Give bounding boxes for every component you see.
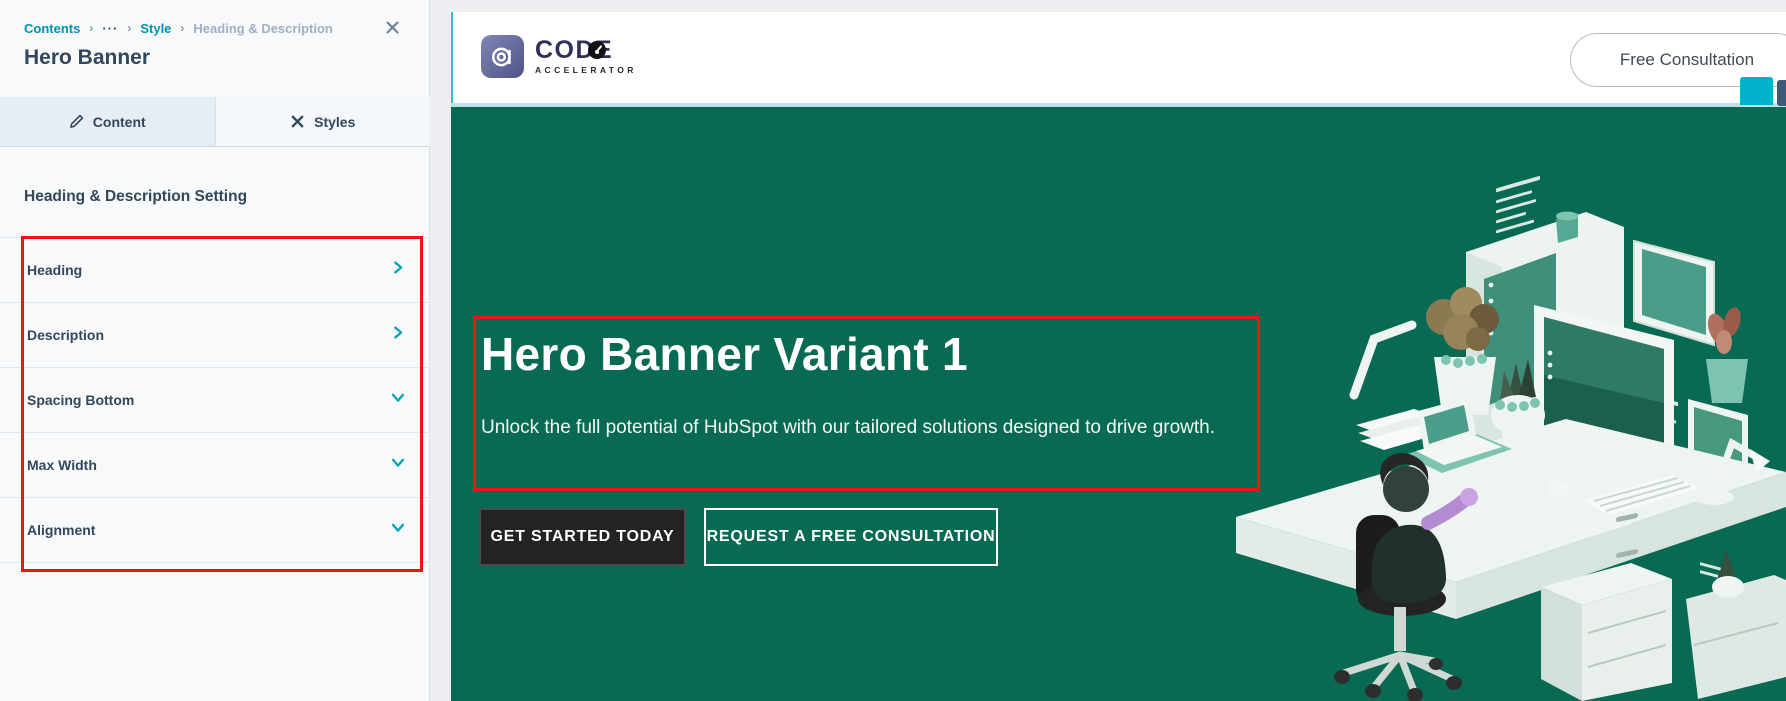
chevron-right-icon	[390, 325, 406, 346]
setting-label: Max Width	[27, 457, 97, 473]
tab-styles-label: Styles	[314, 114, 355, 130]
hero-illustration	[1166, 167, 1786, 701]
brushes-icon	[290, 114, 305, 129]
hero-description: Unlock the full potential of HubSpot wit…	[481, 414, 1226, 441]
logo-mark-icon	[481, 35, 524, 78]
page-preview: CODE ACCELERATOR Free Consultation Hero …	[451, 12, 1786, 701]
page-title: Hero Banner	[24, 46, 150, 70]
breadcrumb-style[interactable]: Style	[140, 21, 171, 36]
settings-list: Heading Description Spacing Bottom Max W…	[0, 237, 430, 563]
setting-row-heading[interactable]: Heading	[0, 238, 430, 303]
setting-label: Description	[27, 327, 104, 343]
hero-buttons: GET STARTED TODAY REQUEST A FREE CONSULT…	[479, 508, 998, 566]
chevron-down-icon	[390, 390, 406, 411]
style-settings-sidebar: Contents › ··· › Style › Heading & Descr…	[0, 0, 430, 701]
setting-label: Alignment	[27, 522, 95, 538]
module-options-button[interactable]	[1777, 80, 1786, 106]
request-consultation-button[interactable]: REQUEST A FREE CONSULTATION	[704, 508, 998, 566]
pencil-icon	[69, 114, 84, 129]
module-edit-button[interactable]	[1740, 77, 1773, 105]
breadcrumb-contents[interactable]: Contents	[24, 21, 80, 36]
breadcrumb-ellipsis[interactable]: ···	[102, 21, 118, 36]
app-root: Contents › ··· › Style › Heading & Descr…	[0, 0, 1786, 701]
tab-styles[interactable]: Styles	[216, 97, 431, 146]
logo-tagline: ACCELERATOR	[535, 65, 637, 75]
breadcrumb: Contents › ··· › Style › Heading & Descr…	[24, 17, 333, 39]
hero-banner-section: Hero Banner Variant 1 Unlock the full po…	[451, 107, 1786, 701]
site-header: CODE ACCELERATOR Free Consultation	[451, 12, 1786, 103]
breadcrumb-separator-icon: ›	[127, 21, 131, 35]
breadcrumb-separator-icon: ›	[89, 21, 93, 35]
tab-content-label: Content	[93, 114, 146, 130]
tab-content[interactable]: Content	[0, 97, 216, 146]
breadcrumb-separator-icon: ›	[180, 21, 184, 35]
setting-row-alignment[interactable]: Alignment	[0, 498, 430, 563]
setting-label: Heading	[27, 262, 82, 278]
setting-row-description[interactable]: Description	[0, 303, 430, 368]
sidebar-tabs: Content Styles	[0, 97, 430, 147]
setting-label: Spacing Bottom	[27, 392, 134, 408]
gauge-icon	[588, 41, 606, 59]
setting-row-spacing-bottom[interactable]: Spacing Bottom	[0, 368, 430, 433]
chevron-down-icon	[390, 520, 406, 541]
section-title: Heading & Description Setting	[24, 188, 247, 206]
get-started-button[interactable]: GET STARTED TODAY	[479, 508, 686, 566]
chevron-right-icon	[390, 260, 406, 281]
chevron-down-icon	[390, 455, 406, 476]
logo-text: CODE ACCELERATOR	[535, 35, 637, 78]
close-icon[interactable]	[381, 16, 403, 38]
site-logo[interactable]: CODE ACCELERATOR	[481, 35, 637, 78]
hero-heading: Hero Banner Variant 1	[481, 327, 968, 381]
breadcrumb-current: Heading & Description	[193, 21, 332, 36]
logo-name: CODE	[535, 38, 637, 62]
setting-row-max-width[interactable]: Max Width	[0, 433, 430, 498]
